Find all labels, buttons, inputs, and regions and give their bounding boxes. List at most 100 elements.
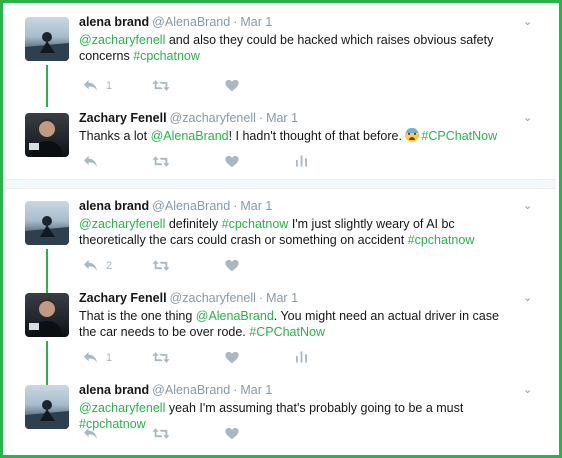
anxious-face-emoji-icon: [405, 128, 420, 142]
tweet-text: That is the one thing @AlenaBrand. You m…: [79, 308, 519, 340]
retweet-button[interactable]: [152, 259, 170, 272]
analytics-button[interactable]: [296, 155, 307, 167]
avatar-image: [29, 119, 63, 157]
analytics-icon: [296, 155, 307, 167]
tweet-text: Thanks a lot @AlenaBrand! I hadn't thoug…: [79, 128, 519, 144]
author-name[interactable]: alena brand: [79, 15, 149, 29]
author-handle[interactable]: @AlenaBrand: [152, 383, 230, 397]
avatar[interactable]: [25, 293, 69, 337]
avatar[interactable]: [25, 17, 69, 61]
timestamp[interactable]: Mar 1: [240, 15, 272, 29]
avatar-image: [25, 400, 69, 429]
tweet-text-segment: yeah I'm assuming that's probably going …: [165, 401, 464, 415]
retweet-icon: [152, 351, 170, 364]
reply-count: 2: [106, 259, 113, 272]
heart-icon: [225, 79, 239, 92]
tweet-text-segment: That is the one thing: [79, 309, 196, 323]
author-name[interactable]: Zachary Fenell: [79, 291, 167, 305]
timestamp[interactable]: Mar 1: [240, 383, 272, 397]
tweet-text: @zacharyfenell yeah I'm assuming that's …: [79, 400, 519, 432]
reply-button[interactable]: 2: [83, 259, 112, 272]
tweet-text-segment: Thanks a lot: [79, 129, 151, 143]
avatar-image: [29, 299, 63, 337]
timestamp[interactable]: Mar 1: [266, 111, 298, 125]
hashtag-link[interactable]: #CPChatNow: [249, 325, 325, 339]
retweet-button[interactable]: [152, 79, 170, 92]
author-handle[interactable]: @zacharyfenell: [170, 111, 256, 125]
thread-connector: [46, 249, 48, 293]
avatar[interactable]: [25, 113, 69, 157]
timestamp[interactable]: Mar 1: [266, 291, 298, 305]
reply-button[interactable]: 1: [83, 79, 112, 92]
retweet-button[interactable]: [152, 155, 170, 168]
conversation-separator: [6, 179, 556, 189]
analytics-button[interactable]: [296, 351, 307, 363]
like-button[interactable]: [225, 351, 239, 364]
reply-count: 1: [106, 79, 113, 92]
like-button[interactable]: [225, 155, 239, 168]
separator-dot: ·: [258, 111, 264, 125]
reply-icon: [83, 79, 98, 92]
tweet-text: @zacharyfenell definitely #cpchatnow I'm…: [79, 216, 519, 248]
thread-connector: [46, 65, 48, 107]
heart-icon: [225, 259, 239, 272]
author-name[interactable]: alena brand: [79, 383, 149, 397]
reply-icon: [83, 155, 98, 168]
like-button[interactable]: [225, 427, 239, 440]
hashtag-link[interactable]: #CPChatNow: [421, 129, 497, 143]
tweet-text: @zacharyfenell and also they could be ha…: [79, 32, 519, 64]
tweet-header: alena brand @AlenaBrand · Mar 1: [79, 199, 272, 213]
hashtag-link[interactable]: #cpchatnow: [133, 49, 200, 63]
author-name[interactable]: Zachary Fenell: [79, 111, 167, 125]
analytics-icon: [296, 351, 307, 363]
retweet-icon: [152, 259, 170, 272]
chevron-down-icon[interactable]: ⌄: [523, 111, 532, 124]
avatar[interactable]: [25, 201, 69, 245]
mention-link[interactable]: @zacharyfenell: [79, 33, 165, 47]
tweet-header: alena brand @AlenaBrand · Mar 1: [79, 383, 272, 397]
reply-button[interactable]: [83, 427, 98, 440]
chevron-down-icon[interactable]: ⌄: [523, 291, 532, 304]
hashtag-link[interactable]: #cpchatnow: [408, 233, 475, 247]
separator-dot: ·: [233, 15, 238, 29]
heart-icon: [225, 155, 239, 168]
chevron-down-icon[interactable]: ⌄: [523, 199, 532, 212]
tweet-header: Zachary Fenell @zacharyfenell · Mar 1: [79, 291, 298, 305]
avatar-image: [25, 216, 69, 245]
author-handle[interactable]: @AlenaBrand: [152, 199, 230, 213]
mention-link[interactable]: @zacharyfenell: [79, 401, 165, 415]
avatar[interactable]: [25, 385, 69, 429]
mention-link[interactable]: @AlenaBrand: [151, 129, 229, 143]
avatar-image: [25, 32, 69, 61]
reply-button[interactable]: [83, 155, 98, 168]
like-button[interactable]: [225, 259, 239, 272]
tweet-header: alena brand @AlenaBrand · Mar 1: [79, 15, 272, 29]
like-button[interactable]: [225, 79, 239, 92]
reply-icon: [83, 427, 98, 440]
retweet-icon: [152, 155, 170, 168]
thread-connector: [46, 341, 48, 385]
timestamp[interactable]: Mar 1: [240, 199, 272, 213]
separator-dot: ·: [233, 199, 238, 213]
mention-link[interactable]: @zacharyfenell: [79, 217, 165, 231]
hashtag-link[interactable]: #cpchatnow: [222, 217, 289, 231]
author-handle[interactable]: @AlenaBrand: [152, 15, 230, 29]
tweet-text-segment: definitely: [165, 217, 222, 231]
heart-icon: [225, 427, 239, 440]
conversation-frame: alena brand @AlenaBrand · Mar 1 ⌄ @zacharyf…: [0, 0, 562, 458]
tweet-text-segment: ! I hadn't thought of that before.: [228, 129, 406, 143]
reply-button[interactable]: 1: [83, 351, 112, 364]
heart-icon: [225, 351, 239, 364]
retweet-button[interactable]: [152, 351, 170, 364]
chevron-down-icon[interactable]: ⌄: [523, 383, 532, 396]
author-name[interactable]: alena brand: [79, 199, 149, 213]
retweet-button[interactable]: [152, 427, 170, 440]
reply-icon: [83, 259, 98, 272]
author-handle[interactable]: @zacharyfenell: [170, 291, 256, 305]
chevron-down-icon[interactable]: ⌄: [523, 15, 532, 28]
retweet-icon: [152, 427, 170, 440]
separator-dot: ·: [233, 383, 238, 397]
retweet-icon: [152, 79, 170, 92]
mention-link[interactable]: @AlenaBrand: [196, 309, 274, 323]
tweet-header: Zachary Fenell @zacharyfenell · Mar 1: [79, 111, 298, 125]
